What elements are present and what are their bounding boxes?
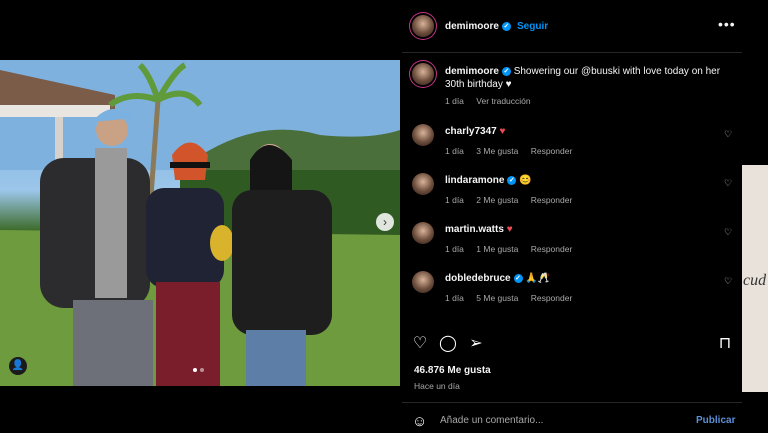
comment-icon[interactable]: ◯ <box>438 334 458 354</box>
reply-button[interactable]: Responder <box>531 146 573 156</box>
caption-avatar[interactable] <box>412 63 434 85</box>
more-options-icon[interactable]: ••• <box>718 16 736 32</box>
comment-like-heart-icon[interactable]: ♡ <box>724 276 732 287</box>
post-side-panel: demimoore ✓ Seguir ••• demimoore ✓ Showeri… <box>402 0 742 432</box>
comment-username[interactable]: dobledebruce <box>445 273 511 284</box>
heart-icon[interactable]: ♡ <box>410 334 430 354</box>
comment-text: 🙏🥂 <box>525 273 551 284</box>
background-page-text: cud <box>743 272 767 289</box>
verified-badge-icon: ✓ <box>501 66 511 76</box>
comment-time: 1 día <box>445 195 464 205</box>
comment-likes[interactable]: 5 Me gusta <box>476 293 518 303</box>
smile-icon[interactable]: ☺ <box>412 413 427 430</box>
verified-badge-icon: ✓ <box>501 21 511 31</box>
bookmark-icon[interactable]: ⊓ <box>715 334 735 354</box>
post-media-area: › 👤 <box>0 0 402 432</box>
comment-meta: 1 día 5 Me gusta Responder <box>445 293 582 303</box>
caption-username[interactable]: demimoore <box>445 66 499 77</box>
comment-composer: ☺ Añade un comentario... Publicar <box>402 402 742 433</box>
header-username[interactable]: demimoore ✓ <box>445 21 511 32</box>
comment-text: 😊 <box>519 175 532 186</box>
comment-avatar[interactable] <box>412 173 434 195</box>
comment-username[interactable]: charly7347 <box>445 126 497 137</box>
comment-time: 1 día <box>445 244 464 254</box>
comment-avatar[interactable] <box>412 222 434 244</box>
caption: demimoore ✓ Showering our @buuski with lo… <box>445 65 730 91</box>
reply-button[interactable]: Responder <box>531 195 573 205</box>
send-icon[interactable]: ➢ <box>466 334 486 354</box>
reply-button[interactable]: Responder <box>531 244 573 254</box>
verified-badge-icon: ✓ <box>513 273 523 283</box>
translate-link[interactable]: Ver traducción <box>476 96 530 106</box>
post-actions: ♡ ◯ ➢ ⊓ <box>402 326 742 356</box>
comment-text: ♥ <box>499 126 506 137</box>
post-age: Hace un día <box>414 381 460 391</box>
carousel-dot <box>200 368 204 372</box>
post-header: demimoore ✓ Seguir ••• <box>402 0 742 53</box>
comment: charly7347 ♥ <box>445 126 505 137</box>
post-photo[interactable] <box>0 60 400 386</box>
comment-like-heart-icon[interactable]: ♡ <box>724 178 732 189</box>
comment-likes[interactable]: 3 Me gusta <box>476 146 518 156</box>
comment: lindaramone ✓ 😊 <box>445 175 532 186</box>
photo-scene <box>0 60 400 386</box>
comment-meta: 1 día 1 Me gusta Responder <box>445 244 582 254</box>
avatar[interactable] <box>412 15 434 37</box>
comment: martin.watts ♥ <box>445 224 513 235</box>
comment-avatar[interactable] <box>412 124 434 146</box>
comment-input[interactable]: Añade un comentario... <box>440 415 543 426</box>
comment-like-heart-icon[interactable]: ♡ <box>724 129 732 140</box>
verified-badge-icon: ✓ <box>507 175 517 185</box>
like-count[interactable]: 46.876 Me gusta <box>414 365 491 376</box>
comment-meta: 1 día 3 Me gusta Responder <box>445 146 582 156</box>
comment-time: 1 día <box>445 293 464 303</box>
publish-button[interactable]: Publicar <box>696 415 735 426</box>
comment-time: 1 día <box>445 146 464 156</box>
caption-meta: 1 día Ver traducción <box>445 96 541 106</box>
comment-username[interactable]: lindaramone <box>445 175 504 186</box>
carousel-next-button[interactable]: › <box>376 213 394 231</box>
comment-meta: 1 día 2 Me gusta Responder <box>445 195 582 205</box>
comment-like-heart-icon[interactable]: ♡ <box>724 227 732 238</box>
comment-text: ♥ <box>506 224 513 235</box>
comment-likes[interactable]: 1 Me gusta <box>476 244 518 254</box>
caption-time: 1 día <box>445 96 464 106</box>
header-username-text[interactable]: demimoore <box>445 21 499 32</box>
comment-likes[interactable]: 2 Me gusta <box>476 195 518 205</box>
carousel-dot <box>193 368 197 372</box>
comment: dobledebruce ✓ 🙏🥂 <box>445 273 550 284</box>
person-tag-icon[interactable]: 👤 <box>9 357 27 375</box>
comment-avatar[interactable] <box>412 271 434 293</box>
comment-username[interactable]: martin.watts <box>445 224 504 235</box>
follow-button[interactable]: Seguir <box>517 21 548 32</box>
reply-button[interactable]: Responder <box>531 293 573 303</box>
